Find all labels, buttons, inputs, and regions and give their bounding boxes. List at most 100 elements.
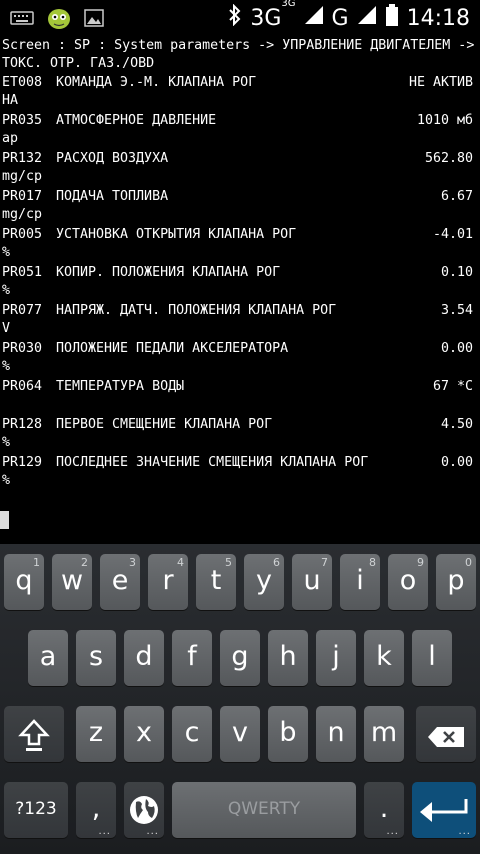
key-p[interactable]: 0p <box>436 554 476 610</box>
key-w[interactable]: 2w <box>52 554 92 610</box>
breadcrumb-line: Screen : SP : System parameters -> УПРАВ… <box>2 38 475 53</box>
key-a[interactable]: a <box>28 630 68 686</box>
param-row: PR064 ТЕМПЕРАТУРА ВОДЫ 67 *С <box>0 378 480 416</box>
bluetooth-icon <box>228 3 242 32</box>
param-name: НАПРЯЖ. ДАТЧ. ПОЛОЖЕНИЯ КЛАПАНА РОГ <box>56 303 337 318</box>
param-value: 0.00 <box>440 455 473 470</box>
param-name: ПОЛОЖЕНИЕ ПЕДАЛИ АКСЕЛЕРАТОРА <box>56 341 289 356</box>
param-value: 1010 мб <box>416 113 473 128</box>
network-type-2: G <box>331 5 349 31</box>
param-name: КОМАНДА Э.-М. КЛАПАНА РОГ <box>56 75 257 90</box>
key-v[interactable]: v <box>220 706 260 762</box>
status-bar: 3G3G G 14:18 <box>0 0 480 36</box>
signal-icon <box>304 5 324 31</box>
image-icon <box>84 9 104 31</box>
key-q[interactable]: 1q <box>4 554 44 610</box>
param-code: PR132 <box>2 151 43 166</box>
param-name: РАСХОД ВОЗДУХА <box>56 151 169 166</box>
enter-key[interactable]: ... <box>412 782 476 838</box>
signal-icon-2 <box>357 5 377 31</box>
param-code: PR017 <box>2 189 43 204</box>
key-u[interactable]: 7u <box>292 554 332 610</box>
param-row: PR077 НАПРЯЖ. ДАТЧ. ПОЛОЖЕНИЯ КЛАПАНА РО… <box>0 302 480 340</box>
param-unit: ар <box>2 131 19 146</box>
param-value: 67 *С <box>432 379 473 394</box>
comma-key[interactable]: ,... <box>76 782 116 838</box>
system-indicators: 3G3G G 14:18 <box>228 0 470 32</box>
key-f[interactable]: f <box>172 630 212 686</box>
key-h[interactable]: h <box>268 630 308 686</box>
param-value: 4.50 <box>440 417 473 432</box>
param-unit: mg/ср <box>2 207 43 222</box>
param-code: PR035 <box>2 113 43 128</box>
param-value: 0.10 <box>440 265 473 280</box>
backspace-key[interactable] <box>416 706 476 762</box>
language-key[interactable]: ... <box>124 782 164 838</box>
param-name: КОПИР. ПОЛОЖЕНИЯ КЛАПАНА РОГ <box>56 265 281 280</box>
space-key[interactable]: QWERTY <box>172 782 356 838</box>
param-unit: % <box>2 435 11 450</box>
key-c[interactable]: c <box>172 706 212 762</box>
param-code: ET008 <box>2 75 43 90</box>
key-d[interactable]: d <box>124 630 164 686</box>
key-k[interactable]: k <box>364 630 404 686</box>
key-s[interactable]: s <box>76 630 116 686</box>
text-cursor <box>0 511 9 529</box>
param-unit: НА <box>2 93 19 108</box>
param-row: PR030 ПОЛОЖЕНИЕ ПЕДАЛИ АКСЕЛЕРАТОРА 0.00… <box>0 340 480 378</box>
param-name: ПОДАЧА ТОПЛИВА <box>56 189 169 204</box>
param-unit: % <box>2 283 11 298</box>
param-unit: mg/ср <box>2 169 43 184</box>
symbols-key[interactable]: ?123 <box>4 782 68 838</box>
param-name: АТМОСФЕРНОЕ ДАВЛЕНИЕ <box>56 113 217 128</box>
param-value: НЕ АКТИВ <box>408 75 473 90</box>
key-n[interactable]: n <box>316 706 356 762</box>
key-m[interactable]: m <box>364 706 404 762</box>
param-row: PR051 КОПИР. ПОЛОЖЕНИЯ КЛАПАНА РОГ 0.10 … <box>0 264 480 302</box>
shift-key[interactable] <box>4 706 64 762</box>
keyboard-icon <box>10 10 34 30</box>
terminal-output[interactable]: Screen : SP : System parameters -> УПРАВ… <box>0 38 480 538</box>
param-row: PR005 УСТАНОВКА ОТКРЫТИЯ КЛАПАНА РОГ -4.… <box>0 226 480 264</box>
param-value: 3.54 <box>440 303 473 318</box>
key-r[interactable]: 4r <box>148 554 188 610</box>
param-unit: % <box>2 245 11 260</box>
android-app-icon <box>46 6 72 34</box>
key-j[interactable]: j <box>316 630 356 686</box>
key-b[interactable]: b <box>268 706 308 762</box>
period-key[interactable]: .... <box>364 782 404 838</box>
battery-icon <box>385 4 399 32</box>
param-name: ПОСЛЕДНЕЕ ЗНАЧЕНИЕ СМЕЩЕНИЯ КЛАПАНА РОГ <box>56 455 369 470</box>
key-g[interactable]: g <box>220 630 260 686</box>
param-name: ПЕРВОЕ СМЕЩЕНИЕ КЛАПАНА РОГ <box>56 417 273 432</box>
key-x[interactable]: x <box>124 706 164 762</box>
shift-icon <box>18 718 50 759</box>
network-type: 3G3G <box>250 0 296 31</box>
param-value: 6.67 <box>440 189 473 204</box>
key-l[interactable]: l <box>412 630 452 686</box>
param-unit: % <box>2 473 11 488</box>
key-t[interactable]: 5t <box>196 554 236 610</box>
param-code: PR129 <box>2 455 43 470</box>
soft-keyboard: 1q 2w 3e 4r 5t 6y 7u 8i 9o 0p a s d f g … <box>0 544 480 854</box>
param-row: PR132 РАСХОД ВОЗДУХА 562.80 mg/ср <box>0 150 480 188</box>
param-code: PR064 <box>2 379 43 394</box>
notification-icons <box>10 6 104 34</box>
breadcrumb-line-2: ТОКС. ОТР. ГАЗ./OBD <box>2 56 155 71</box>
param-value: 562.80 <box>424 151 473 166</box>
key-e[interactable]: 3e <box>100 554 140 610</box>
key-o[interactable]: 9o <box>388 554 428 610</box>
param-unit: V <box>2 321 11 336</box>
param-row: PR129 ПОСЛЕДНЕЕ ЗНАЧЕНИЕ СМЕЩЕНИЯ КЛАПАН… <box>0 454 480 492</box>
param-code: PR005 <box>2 227 43 242</box>
param-code: PR128 <box>2 417 43 432</box>
param-row: ET008 КОМАНДА Э.-М. КЛАПАНА РОГ НЕ АКТИВ… <box>0 74 480 112</box>
param-code: PR030 <box>2 341 43 356</box>
param-row: PR035 АТМОСФЕРНОЕ ДАВЛЕНИЕ 1010 мб ар <box>0 112 480 150</box>
param-row: PR128 ПЕРВОЕ СМЕЩЕНИЕ КЛАПАНА РОГ 4.50 % <box>0 416 480 454</box>
param-value: 0.00 <box>440 341 473 356</box>
backspace-icon <box>427 724 465 755</box>
key-z[interactable]: z <box>76 706 116 762</box>
key-i[interactable]: 8i <box>340 554 380 610</box>
key-y[interactable]: 6y <box>244 554 284 610</box>
